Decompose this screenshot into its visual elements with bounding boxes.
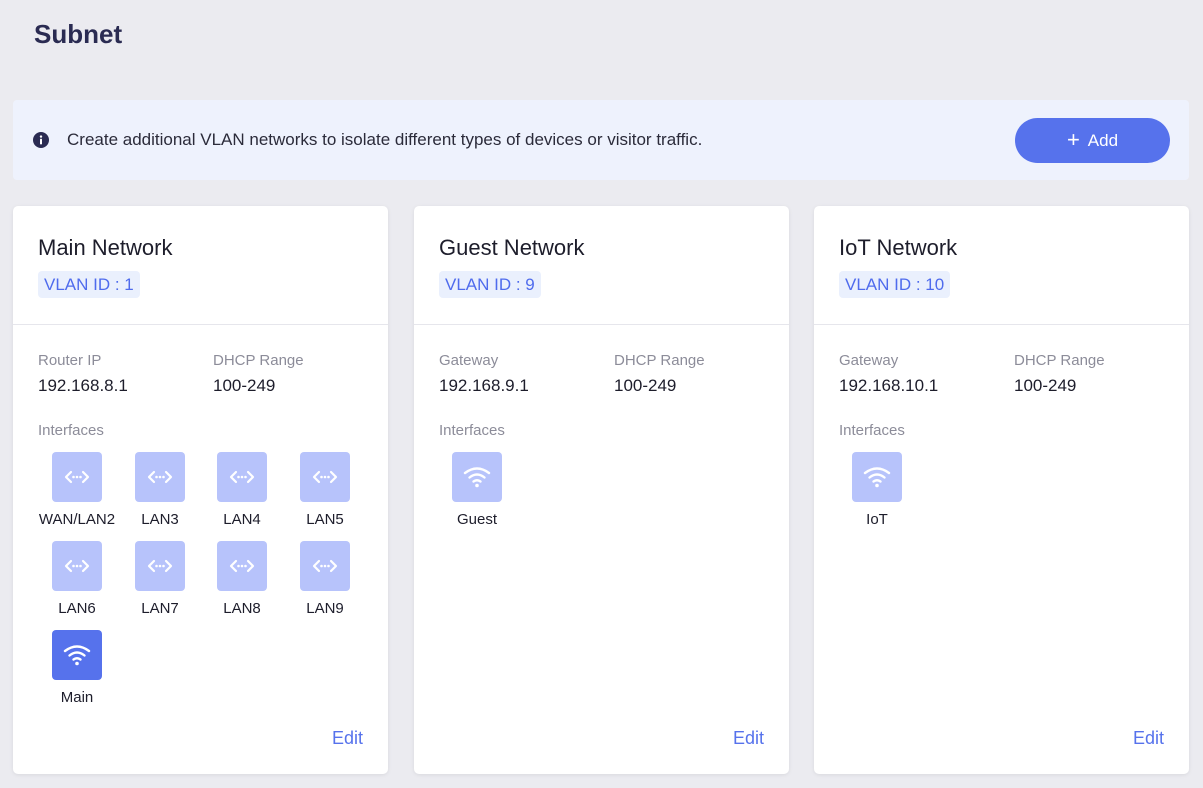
- wifi-icon: [463, 467, 491, 488]
- network-title: IoT Network: [839, 235, 958, 260]
- interface-name: LAN5: [306, 511, 344, 528]
- network-title: Main Network: [38, 235, 173, 260]
- network-title: Guest Network: [439, 235, 585, 260]
- interface-item[interactable]: Main: [35, 630, 119, 706]
- network-card-iot: IoT Network VLAN ID : 10 Gateway 192.168…: [814, 206, 1189, 774]
- interface-name: LAN8: [223, 600, 261, 617]
- network-card-main: Main Network VLAN ID : 1 Router IP 192.1…: [13, 206, 388, 774]
- add-button[interactable]: + Add: [1015, 118, 1170, 163]
- interfaces-label: Interfaces: [839, 422, 905, 439]
- info-text: Create additional VLAN networks to isola…: [67, 130, 703, 149]
- dhcp-range-value: 100-249: [614, 376, 677, 395]
- interface-tile[interactable]: [217, 452, 267, 502]
- vlan-badge: VLAN ID : 1: [38, 271, 140, 298]
- interface-tile[interactable]: [52, 541, 102, 591]
- interface-tile[interactable]: [852, 452, 902, 502]
- ethernet-port-icon: [312, 470, 338, 484]
- edit-link[interactable]: Edit: [332, 728, 363, 749]
- ethernet-port-icon: [147, 559, 173, 573]
- dhcp-range-value: 100-249: [1014, 376, 1077, 395]
- interface-tile[interactable]: [52, 630, 102, 680]
- interface-tile[interactable]: [452, 452, 502, 502]
- interface-item[interactable]: LAN8: [200, 541, 284, 617]
- interface-name: WAN/LAN2: [38, 511, 116, 528]
- interface-tile[interactable]: [52, 452, 102, 502]
- interface-name: IoT: [866, 511, 888, 528]
- interface-tile[interactable]: [300, 541, 350, 591]
- interface-item[interactable]: LAN4: [200, 452, 284, 528]
- interface-item[interactable]: IoT: [835, 452, 919, 528]
- vlan-badge: VLAN ID : 9: [439, 271, 541, 298]
- interface-name: LAN7: [141, 600, 179, 617]
- ethernet-port-icon: [64, 559, 90, 573]
- ethernet-port-icon: [64, 470, 90, 484]
- dhcp-range-value: 100-249: [213, 376, 276, 395]
- interface-name: LAN6: [58, 600, 96, 617]
- gateway-value: 192.168.9.1: [439, 376, 529, 395]
- add-button-label: Add: [1087, 130, 1119, 150]
- interface-tile[interactable]: [135, 541, 185, 591]
- interface-name: Main: [60, 689, 94, 706]
- edit-link[interactable]: Edit: [733, 728, 764, 749]
- interface-tile[interactable]: [135, 452, 185, 502]
- interface-tile[interactable]: [217, 541, 267, 591]
- wifi-icon: [863, 467, 891, 488]
- interface-name: LAN3: [141, 511, 179, 528]
- router-ip-label: Router IP: [38, 352, 102, 369]
- gateway-value: 192.168.10.1: [839, 376, 939, 395]
- interfaces-label: Interfaces: [439, 422, 505, 439]
- interface-name: LAN4: [223, 511, 261, 528]
- interface-name: Guest: [456, 511, 498, 528]
- dhcp-range-label: DHCP Range: [1014, 352, 1105, 369]
- info-icon: [33, 132, 49, 148]
- wifi-icon: [63, 645, 91, 666]
- interface-item[interactable]: LAN7: [118, 541, 202, 617]
- ethernet-port-icon: [147, 470, 173, 484]
- ethernet-port-icon: [229, 470, 255, 484]
- router-ip-value: 192.168.8.1: [38, 376, 128, 395]
- interface-item[interactable]: Guest: [435, 452, 519, 528]
- interface-item[interactable]: WAN/LAN2: [35, 452, 119, 528]
- network-card-guest: Guest Network VLAN ID : 9 Gateway 192.16…: [414, 206, 789, 774]
- interfaces-label: Interfaces: [38, 422, 104, 439]
- info-banner: Create additional VLAN networks to isola…: [13, 100, 1189, 180]
- gateway-label: Gateway: [839, 352, 899, 369]
- interface-item[interactable]: LAN9: [283, 541, 367, 617]
- ethernet-port-icon: [229, 559, 255, 573]
- dhcp-range-label: DHCP Range: [213, 352, 304, 369]
- interface-name: LAN9: [306, 600, 344, 617]
- interface-item[interactable]: LAN3: [118, 452, 202, 528]
- vlan-badge: VLAN ID : 10: [839, 271, 951, 298]
- interface-item[interactable]: LAN5: [283, 452, 367, 528]
- page-title: Subnet: [34, 19, 123, 49]
- plus-icon: +: [1066, 126, 1080, 152]
- interface-tile[interactable]: [300, 452, 350, 502]
- ethernet-port-icon: [312, 559, 338, 573]
- edit-link[interactable]: Edit: [1133, 728, 1164, 749]
- gateway-label: Gateway: [439, 352, 499, 369]
- interface-item[interactable]: LAN6: [35, 541, 119, 617]
- dhcp-range-label: DHCP Range: [614, 352, 705, 369]
